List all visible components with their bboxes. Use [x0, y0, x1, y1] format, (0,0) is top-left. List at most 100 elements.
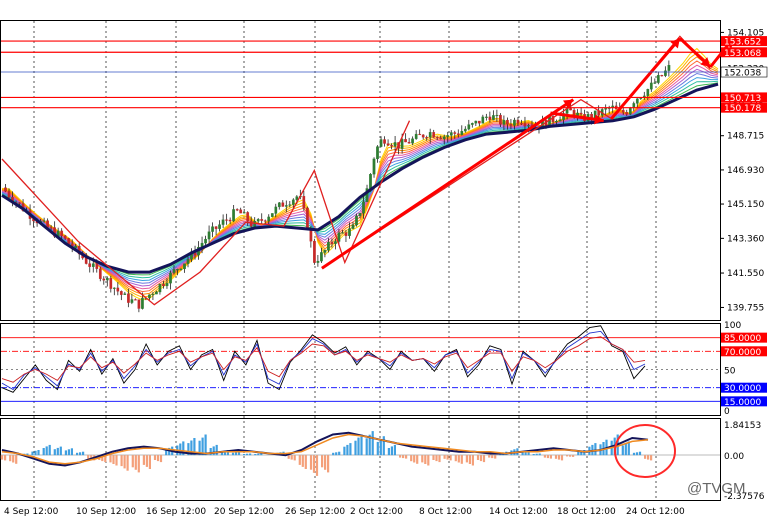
candle-body — [421, 134, 425, 138]
candle-body — [127, 293, 130, 303]
hist-axis-label: 0.00 — [724, 452, 744, 462]
histogram-bar — [120, 455, 123, 467]
histogram-bar — [638, 451, 642, 456]
candle-body — [323, 250, 327, 253]
histogram-bar — [443, 455, 446, 459]
candle-body — [119, 291, 123, 295]
candle-body — [432, 132, 436, 138]
histogram-bar — [387, 448, 390, 456]
candle-body — [291, 199, 295, 205]
candle-body — [137, 299, 141, 309]
histogram-bar — [432, 455, 435, 460]
histogram-bar — [549, 455, 552, 459]
candle-body — [183, 263, 186, 270]
histogram-bar — [332, 452, 335, 456]
histogram-bar — [145, 455, 148, 467]
watermark: @TVGM — [687, 480, 746, 497]
candle-body — [358, 213, 362, 217]
histogram-bar — [647, 455, 650, 460]
candle-body — [309, 229, 313, 242]
candle-body — [428, 132, 432, 138]
candle-body — [204, 238, 207, 244]
candle-body — [172, 269, 176, 273]
price-label: 150.178 — [724, 104, 761, 114]
candle-body — [576, 112, 579, 116]
osc-axis-label: 50 — [724, 367, 736, 377]
histogram-bar — [42, 448, 45, 456]
candle-body — [509, 124, 513, 126]
candle-body — [369, 174, 372, 189]
histogram-bar — [290, 455, 293, 460]
histogram-bar — [635, 452, 639, 456]
histogram-bar — [123, 455, 126, 469]
candle-body — [295, 196, 299, 200]
candle-body — [330, 242, 334, 244]
histogram-bar — [126, 455, 129, 471]
histogram-bar — [179, 443, 182, 456]
time-label: 16 Sep 12:00 — [146, 507, 206, 517]
candle-body — [646, 89, 650, 96]
histogram-bar — [457, 455, 460, 463]
histogram-bar — [301, 455, 304, 467]
candle-body — [242, 212, 246, 214]
histogram-bar — [59, 446, 62, 456]
histogram-bar — [338, 451, 341, 456]
histogram-bar — [1, 455, 4, 460]
histogram-bar — [34, 450, 37, 456]
histogram-bar — [482, 455, 486, 463]
histogram-bar — [454, 455, 457, 462]
histogram-bar — [287, 455, 290, 459]
candle-body — [63, 235, 67, 239]
candle-body — [513, 119, 516, 126]
candle-body — [635, 98, 639, 104]
trading-chart: 154.105152.220150.375148.715146.930145.1… — [0, 0, 770, 520]
candle-body — [506, 119, 509, 125]
candle-body — [277, 202, 281, 208]
candle-body — [4, 187, 7, 192]
candle-body — [105, 278, 109, 281]
candle-body — [288, 204, 292, 206]
candle-body — [263, 220, 267, 222]
candle-body — [407, 141, 411, 144]
candle-body — [155, 291, 158, 295]
histogram-bar — [343, 446, 346, 456]
histogram-bar — [134, 455, 137, 470]
axis-tick-label: 145.150 — [727, 200, 764, 210]
histogram-bar — [435, 455, 438, 462]
osc-level-label: 85.0000 — [724, 334, 761, 344]
histogram-bar — [156, 455, 160, 462]
histogram-bar — [546, 455, 549, 459]
histogram-bar — [249, 453, 252, 456]
histogram-bar — [324, 455, 327, 470]
candle-body — [621, 109, 625, 113]
axis-tick-label: 143.360 — [727, 234, 764, 244]
axis-tick-label: 146.930 — [727, 166, 764, 176]
candle-body — [42, 220, 46, 222]
candle-body — [141, 298, 144, 309]
candle-body — [604, 108, 608, 110]
candle-body — [649, 82, 653, 90]
candle-body — [355, 215, 358, 226]
candle-body — [569, 108, 572, 111]
candle-body — [572, 110, 576, 116]
histogram-bar — [45, 446, 48, 456]
candle-body — [18, 202, 21, 204]
candle-body — [91, 263, 95, 267]
histogram-bar — [37, 450, 40, 456]
candle-body — [306, 207, 309, 230]
histogram-bar — [215, 444, 218, 456]
histogram-bar — [148, 455, 151, 469]
histogram-bar — [538, 453, 541, 456]
candle-body — [470, 123, 474, 125]
candle-body — [467, 124, 471, 130]
histogram-bar — [70, 448, 73, 456]
candle-body — [211, 226, 214, 232]
histogram-bar — [349, 443, 352, 456]
histogram-bar — [532, 454, 535, 456]
hist-axis-label: 1.84153 — [724, 421, 761, 431]
time-label: 26 Sep 12:00 — [285, 507, 345, 517]
candle-body — [102, 278, 106, 281]
candle-body — [474, 120, 478, 124]
histogram-bar — [204, 434, 207, 456]
candle-body — [660, 75, 664, 77]
